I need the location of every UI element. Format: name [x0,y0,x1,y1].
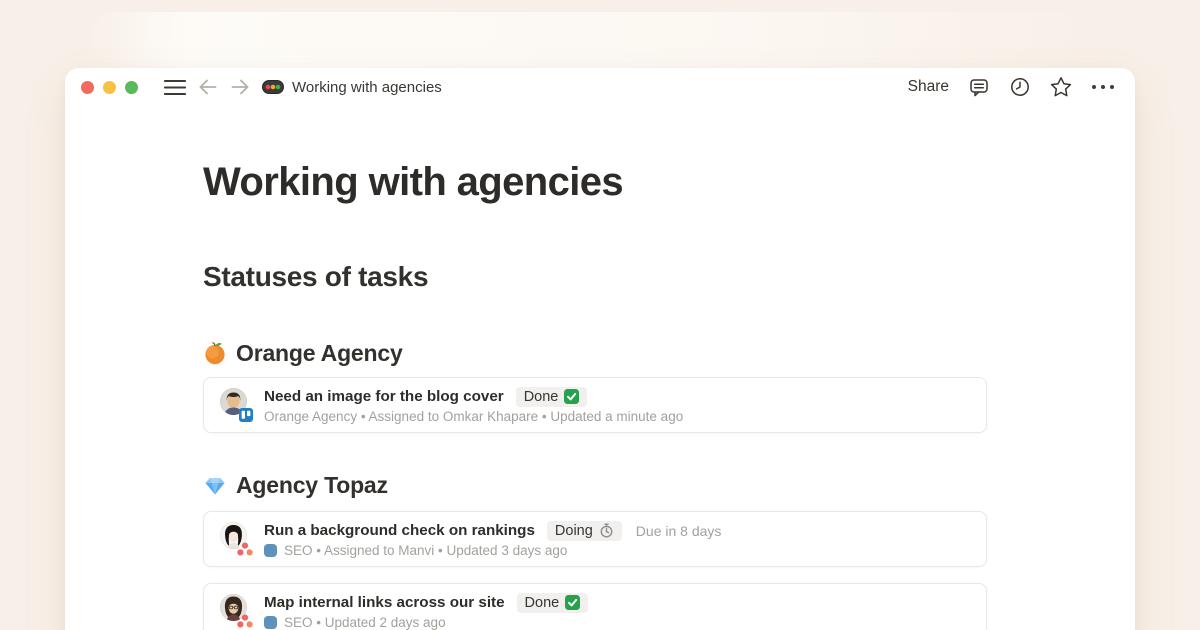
section-heading: Statuses of tasks [203,259,428,295]
assignee-avatar [220,521,250,557]
task-title: Run a background check on rankings [264,522,535,539]
window-maximize-button[interactable] [125,81,138,94]
stopwatch-icon [599,523,614,538]
task-meta: SEO • Updated 2 days ago [264,615,588,630]
task-meta: SEO • Assigned to Manvi • Updated 3 days… [264,543,721,558]
task-meta-text: Orange Agency • Assigned to Omkar Khapar… [264,409,683,424]
status-label: Done [525,595,560,611]
task-title: Map internal links across our site [264,594,505,611]
task-card[interactable]: Need an image for the blog cover Done Or… [203,377,987,433]
updates-clock-icon[interactable] [1009,76,1031,98]
seo-tag-color-chip [264,544,277,557]
assignee-avatar [220,593,250,629]
asana-logo-icon [237,614,253,628]
task-card-body: Run a background check on rankings Doing… [264,521,721,558]
task-card[interactable]: Run a background check on rankings Doing… [203,511,987,567]
comments-icon[interactable] [968,76,990,98]
window-close-button[interactable] [81,81,94,94]
group-heading-orange-agency: Orange Agency [203,336,403,370]
asana-logo-icon [237,542,253,556]
group-heading-agency-topaz: Agency Topaz [203,468,388,502]
green-check-icon [565,595,580,610]
status-label: Done [524,389,559,405]
back-arrow-icon[interactable] [198,79,218,95]
gem-emoji-icon [203,473,227,497]
window-titlebar: Working with agencies Share [65,68,1135,106]
status-badge: Done [517,593,589,613]
group-name: Agency Topaz [236,472,388,499]
trello-logo-icon [239,408,253,422]
hamburger-menu-icon[interactable] [164,79,186,96]
status-badge: Doing [547,521,622,541]
share-button[interactable]: Share [908,78,949,96]
more-options-icon[interactable] [1091,84,1115,90]
forward-arrow-icon[interactable] [230,79,250,95]
task-meta-text: SEO • Assigned to Manvi • Updated 3 days… [284,543,567,558]
assignee-avatar [220,387,250,423]
task-card[interactable]: Map internal links across our site Done … [203,583,987,630]
window-minimize-button[interactable] [103,81,116,94]
seo-tag-color-chip [264,616,277,629]
group-name: Orange Agency [236,340,403,367]
app-window: Working with agencies Share Working with… [65,68,1135,630]
traffic-light-favicon-icon [262,80,284,94]
titlebar-actions: Share [908,76,1115,98]
status-label: Doing [555,523,593,539]
titlebar-document-title: Working with agencies [292,79,442,96]
due-date-label: Due in 8 days [636,523,722,539]
task-meta-text: SEO • Updated 2 days ago [284,615,446,630]
page-title: Working with agencies [203,158,623,206]
favorite-star-icon[interactable] [1050,76,1072,98]
task-card-body: Need an image for the blog cover Done Or… [264,387,683,424]
tangerine-emoji-icon [203,341,227,365]
green-check-icon [564,389,579,404]
status-badge: Done [516,387,588,407]
task-card-body: Map internal links across our site Done … [264,593,588,630]
task-meta: Orange Agency • Assigned to Omkar Khapar… [264,409,683,424]
task-title: Need an image for the blog cover [264,388,504,405]
